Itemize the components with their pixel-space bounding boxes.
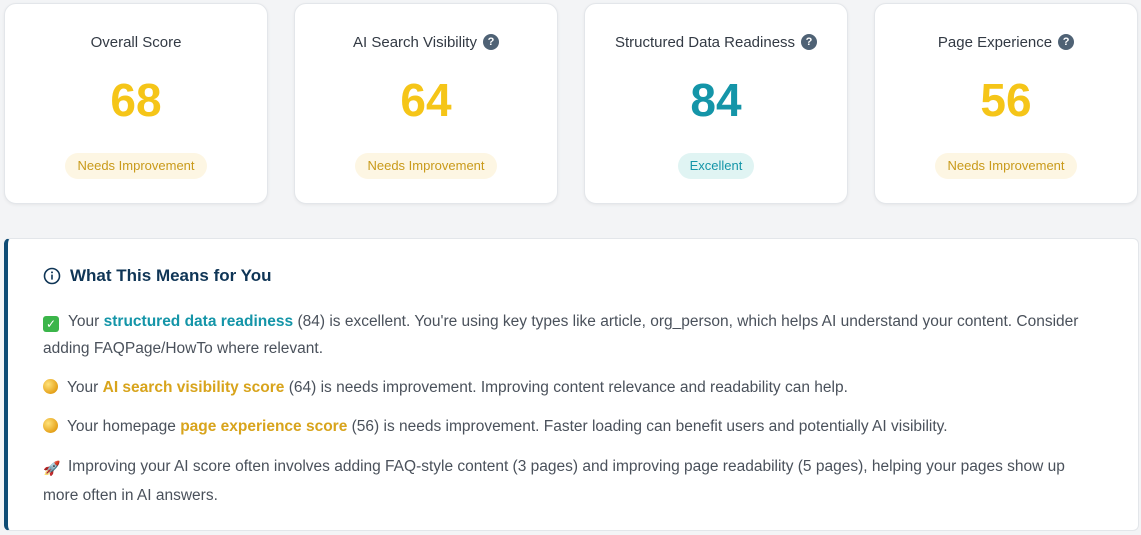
card-title: Structured Data Readiness ? bbox=[585, 32, 847, 52]
score-value: 84 bbox=[690, 74, 742, 126]
status-badge: Excellent bbox=[677, 153, 755, 179]
score-value: 64 bbox=[400, 74, 452, 126]
check-mark-icon: ✓ bbox=[43, 316, 59, 332]
card-title: Page Experience ? bbox=[875, 32, 1137, 52]
highlight-ai-search-visibility-score: AI search visibility score bbox=[102, 379, 285, 396]
insight-improvement-tip: 🚀 Improving your AI score often involves … bbox=[43, 453, 1103, 509]
structured-data-readiness-card: Structured Data Readiness ? 84 Excellent bbox=[584, 3, 848, 204]
panel-heading-text: What This Means for You bbox=[70, 266, 272, 285]
ai-search-visibility-card: AI Search Visibility ? 64 Needs Improvem… bbox=[294, 3, 558, 204]
score-value: 56 bbox=[980, 74, 1032, 126]
rocket-icon: 🚀 bbox=[43, 460, 61, 476]
page-experience-card: Page Experience ? 56 Needs Improvement bbox=[874, 3, 1138, 204]
insight-structured-data: ✓ Your structured data readiness (84) is … bbox=[43, 308, 1103, 362]
question-mark-icon[interactable]: ? bbox=[482, 34, 499, 50]
highlight-page-experience-score: page experience score bbox=[180, 418, 348, 435]
insight-text: (56) is needs improvement. Faster loadin… bbox=[347, 418, 948, 435]
status-badge: Needs Improvement bbox=[355, 153, 497, 179]
status-badge: Needs Improvement bbox=[935, 153, 1077, 179]
insight-ai-visibility: Your AI search visibility score (64) is … bbox=[43, 374, 1103, 401]
panel-heading: What This Means for You bbox=[43, 266, 272, 286]
card-title-text: Structured Data Readiness bbox=[614, 33, 796, 51]
card-title-text: Overall Score bbox=[90, 33, 182, 51]
overall-score-card: Overall Score 68 Needs Improvement bbox=[4, 3, 268, 204]
highlight-structured-data-readiness: structured data readiness bbox=[103, 313, 294, 330]
score-value: 68 bbox=[110, 74, 162, 126]
insight-text: (64) is needs improvement. Improving con… bbox=[284, 379, 848, 396]
status-badge: Needs Improvement bbox=[65, 153, 207, 179]
score-cards: Overall Score 68 Needs Improvement AI Se… bbox=[4, 3, 1139, 205]
info-circle-icon bbox=[43, 267, 61, 285]
card-title: AI Search Visibility ? bbox=[295, 32, 557, 52]
insight-text: Your bbox=[68, 313, 104, 330]
card-title: Overall Score bbox=[5, 32, 267, 52]
insight-page-experience: Your homepage page experience score (56)… bbox=[43, 413, 1103, 440]
card-title-text: Page Experience bbox=[937, 33, 1053, 51]
question-mark-icon[interactable]: ? bbox=[801, 34, 818, 50]
insight-text: Your bbox=[67, 379, 103, 396]
insight-text: Improving your AI score often involves a… bbox=[43, 458, 1065, 504]
yellow-circle-icon bbox=[43, 379, 58, 394]
card-title-text: AI Search Visibility bbox=[353, 33, 477, 51]
question-mark-icon[interactable]: ? bbox=[1058, 34, 1075, 50]
insight-text: Your homepage bbox=[67, 418, 181, 435]
yellow-circle-icon bbox=[43, 418, 58, 433]
insights-panel: What This Means for You ✓ Your structured… bbox=[4, 238, 1139, 531]
